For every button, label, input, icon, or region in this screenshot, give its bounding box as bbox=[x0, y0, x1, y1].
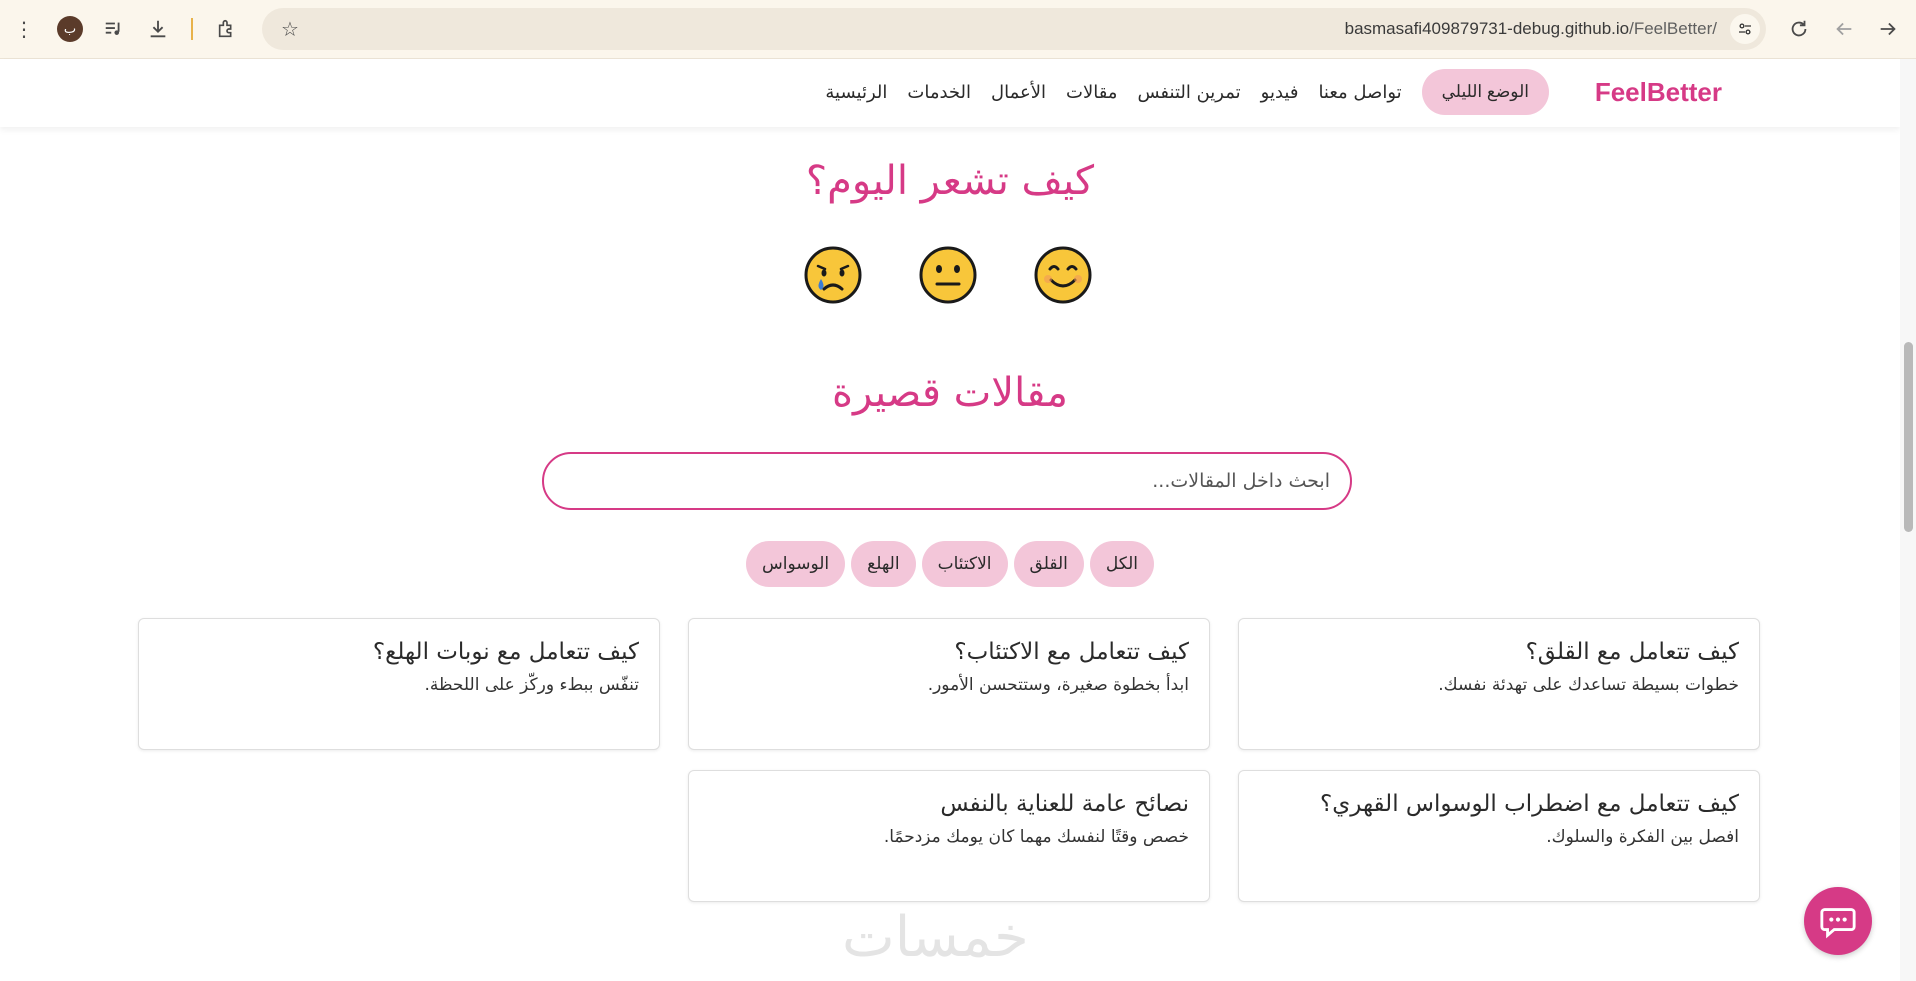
scrollbar-thumb[interactable] bbox=[1904, 342, 1913, 532]
toolbar-divider bbox=[191, 18, 193, 40]
article-card[interactable]: نصائح عامة للعناية بالنفس خصص وقتًا لنفس… bbox=[688, 770, 1210, 902]
nav-home[interactable]: الرئيسية bbox=[825, 82, 887, 103]
brand-logo[interactable]: FeelBetter bbox=[1595, 77, 1722, 108]
article-card-desc: ابدأ بخطوة صغيرة، وستتحسن الأمور. bbox=[927, 675, 1189, 695]
download-icon[interactable] bbox=[142, 13, 174, 45]
filter-ocd[interactable]: الوسواس bbox=[745, 541, 846, 587]
bookmark-star-icon[interactable]: ☆ bbox=[274, 13, 306, 45]
articles-title: مقالات قصيرة bbox=[832, 370, 1068, 416]
nav-breathing[interactable]: تمرين التنفس bbox=[1137, 82, 1240, 103]
article-card-title: نصائح عامة للعناية بالنفس bbox=[940, 791, 1189, 817]
mood-title: كيف تشعر اليوم؟ bbox=[805, 158, 1095, 204]
mood-emojis bbox=[803, 245, 1093, 311]
neutral-face-icon[interactable] bbox=[918, 245, 978, 311]
article-card-title: كيف تتعامل مع الاكتئاب؟ bbox=[954, 639, 1189, 665]
site-settings-icon[interactable] bbox=[1730, 14, 1760, 44]
back-arrow-icon[interactable] bbox=[1828, 13, 1860, 45]
watermark-logo: خمسات bbox=[842, 905, 1029, 970]
filter-all[interactable]: الكل bbox=[1089, 541, 1155, 587]
url-path: /FeelBetter/ bbox=[1629, 19, 1717, 38]
nav-links: الرئيسية الخدمات الأعمال مقالات تمرين ال… bbox=[825, 69, 1549, 115]
reload-icon[interactable] bbox=[1783, 13, 1815, 45]
url-text[interactable]: basmasafi409879731-debug.github.io/FeelB… bbox=[1345, 19, 1717, 39]
nav-works[interactable]: الأعمال bbox=[991, 82, 1046, 103]
chat-bubble-icon bbox=[1820, 908, 1856, 939]
articles-search-input[interactable] bbox=[542, 452, 1352, 510]
profile-avatar[interactable]: ب bbox=[57, 16, 83, 42]
url-host: basmasafi409879731-debug.github.io bbox=[1344, 19, 1630, 38]
article-card-title: كيف تتعامل مع نوبات الهلع؟ bbox=[372, 639, 639, 665]
article-card-desc: تنفّس ببطء وركّز على اللحظة. bbox=[424, 675, 639, 695]
article-filters: الكل القلق الاكتئاب الهلع الوسواس bbox=[0, 541, 1900, 587]
nav-articles[interactable]: مقالات bbox=[1066, 82, 1117, 103]
night-mode-button[interactable]: الوضع الليلي bbox=[1421, 69, 1549, 115]
article-card-title: كيف تتعامل مع القلق؟ bbox=[1525, 639, 1739, 665]
article-card[interactable]: كيف تتعامل مع القلق؟ خطوات بسيطة تساعدك … bbox=[1238, 618, 1760, 750]
chat-button[interactable] bbox=[1804, 887, 1872, 955]
article-card[interactable]: كيف تتعامل مع اضطراب الوسواس القهري؟ افص… bbox=[1238, 770, 1760, 902]
article-card-desc: افصل بين الفكرة والسلوك. bbox=[1546, 827, 1739, 847]
article-card[interactable]: كيف تتعامل مع نوبات الهلع؟ تنفّس ببطء ور… bbox=[138, 618, 660, 750]
media-controls-icon[interactable] bbox=[98, 13, 130, 45]
crying-face-icon[interactable] bbox=[803, 245, 863, 311]
filter-depression[interactable]: الاكتئاب bbox=[921, 541, 1008, 587]
smiling-face-icon[interactable] bbox=[1033, 245, 1093, 311]
forward-arrow-icon[interactable] bbox=[1872, 13, 1904, 45]
filter-panic[interactable]: الهلع bbox=[851, 541, 916, 587]
nav-contact[interactable]: تواصل معنا bbox=[1318, 82, 1401, 103]
extensions-icon[interactable] bbox=[211, 13, 243, 45]
article-card-title: كيف تتعامل مع اضطراب الوسواس القهري؟ bbox=[1320, 791, 1739, 817]
nav-services[interactable]: الخدمات bbox=[907, 82, 971, 103]
article-card[interactable]: كيف تتعامل مع الاكتئاب؟ ابدأ بخطوة صغيرة… bbox=[688, 618, 1210, 750]
article-card-desc: خطوات بسيطة تساعدك على تهدئة نفسك. bbox=[1438, 675, 1739, 695]
site-navbar: FeelBetter الرئيسية الخدمات الأعمال مقال… bbox=[0, 59, 1900, 127]
article-card-desc: خصص وقتًا لنفسك مهما كان يومك مزدحمًا. bbox=[883, 827, 1189, 847]
filter-anxiety[interactable]: القلق bbox=[1013, 541, 1084, 587]
more-vert-icon[interactable]: ⋮ bbox=[8, 13, 40, 45]
browser-toolbar: ⋮ ب ☆ basmasafi409879731-debug.github.io… bbox=[0, 0, 1916, 59]
address-bar[interactable]: ☆ basmasafi409879731-debug.github.io/Fee… bbox=[262, 8, 1766, 50]
nav-video[interactable]: فيديو bbox=[1261, 82, 1299, 103]
